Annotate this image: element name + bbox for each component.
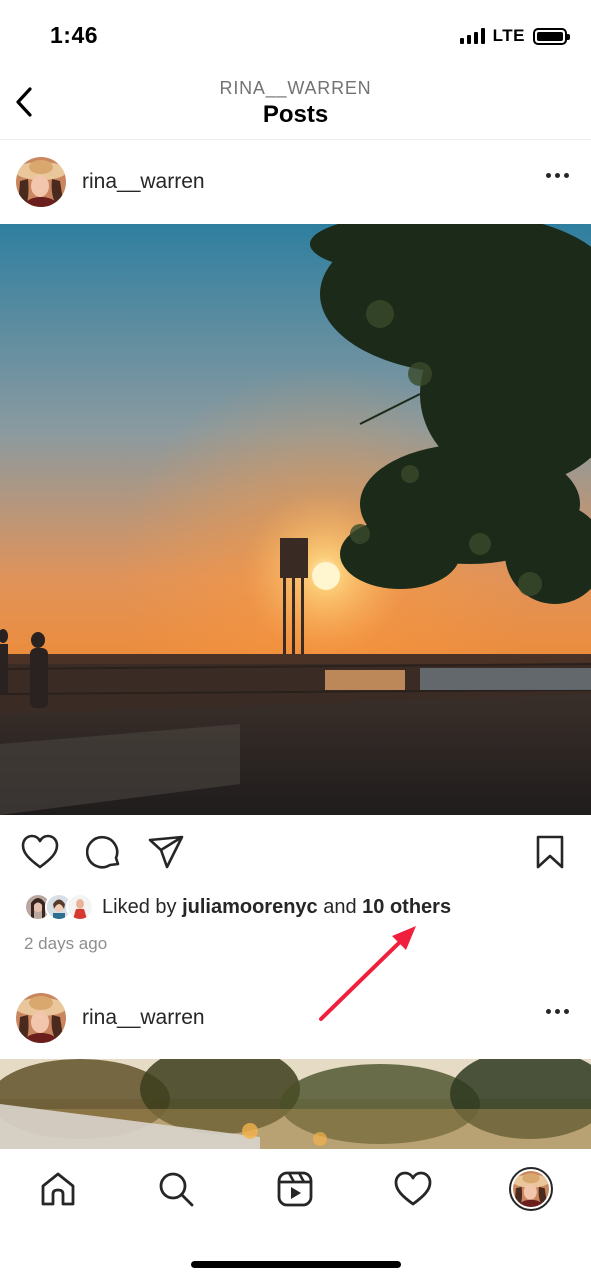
post-image[interactable] — [0, 1059, 591, 1149]
avatar[interactable] — [16, 993, 66, 1043]
share-button[interactable] — [146, 832, 186, 872]
post-header: rina__warren — [0, 977, 591, 1057]
nav-reels[interactable] — [273, 1167, 317, 1211]
heart-icon — [21, 834, 59, 869]
post-image[interactable] — [0, 224, 591, 815]
save-button[interactable] — [530, 832, 570, 872]
likes-summary[interactable]: Liked by juliamoorenyc and 10 others — [24, 892, 451, 922]
activity-heart-icon — [394, 1171, 432, 1206]
send-icon — [148, 835, 184, 869]
likes-text: Liked by juliamoorenyc and 10 others — [102, 895, 452, 918]
profile-avatar — [509, 1167, 553, 1211]
more-horizontal-icon — [546, 1009, 551, 1014]
like-button[interactable] — [20, 832, 60, 872]
more-options-button[interactable] — [546, 1009, 569, 1014]
page-header: RINA__WARREN Posts — [0, 66, 591, 140]
home-indicator — [191, 1261, 401, 1268]
comment-button[interactable] — [84, 832, 124, 872]
others-link[interactable]: 10 others — [362, 896, 451, 918]
home-icon — [41, 1172, 75, 1206]
more-options-button[interactable] — [546, 173, 569, 178]
status-indicators: LTE — [459, 26, 570, 46]
header-username: RINA__WARREN — [219, 78, 372, 98]
nav-activity[interactable] — [391, 1167, 435, 1211]
post-timestamp: 2 days ago — [24, 934, 108, 953]
post-header: rina__warren — [0, 141, 591, 221]
liked-by-username[interactable]: juliamoorenyc — [182, 896, 318, 918]
post-username[interactable]: rina__warren — [82, 170, 205, 194]
bottom-navigation — [0, 1149, 591, 1280]
post-actions — [0, 830, 591, 880]
post-username[interactable]: rina__warren — [82, 1006, 205, 1030]
status-bar: 1:46 LTE — [0, 0, 591, 66]
liker-avatars — [24, 892, 96, 922]
reels-icon — [277, 1171, 313, 1207]
search-icon — [159, 1172, 194, 1207]
status-time: 1:46 — [50, 22, 99, 48]
more-horizontal-icon — [546, 173, 551, 178]
comment-icon — [86, 835, 120, 869]
nav-search[interactable] — [154, 1167, 198, 1211]
signal-icon — [459, 28, 485, 44]
page-title: Posts — [262, 101, 329, 128]
network-label: LTE — [492, 26, 525, 45]
nav-profile[interactable] — [509, 1167, 553, 1211]
nav-home[interactable] — [36, 1167, 80, 1211]
bookmark-icon — [536, 835, 564, 869]
avatar — [66, 893, 94, 921]
battery-icon — [533, 27, 570, 45]
avatar[interactable] — [16, 157, 66, 207]
